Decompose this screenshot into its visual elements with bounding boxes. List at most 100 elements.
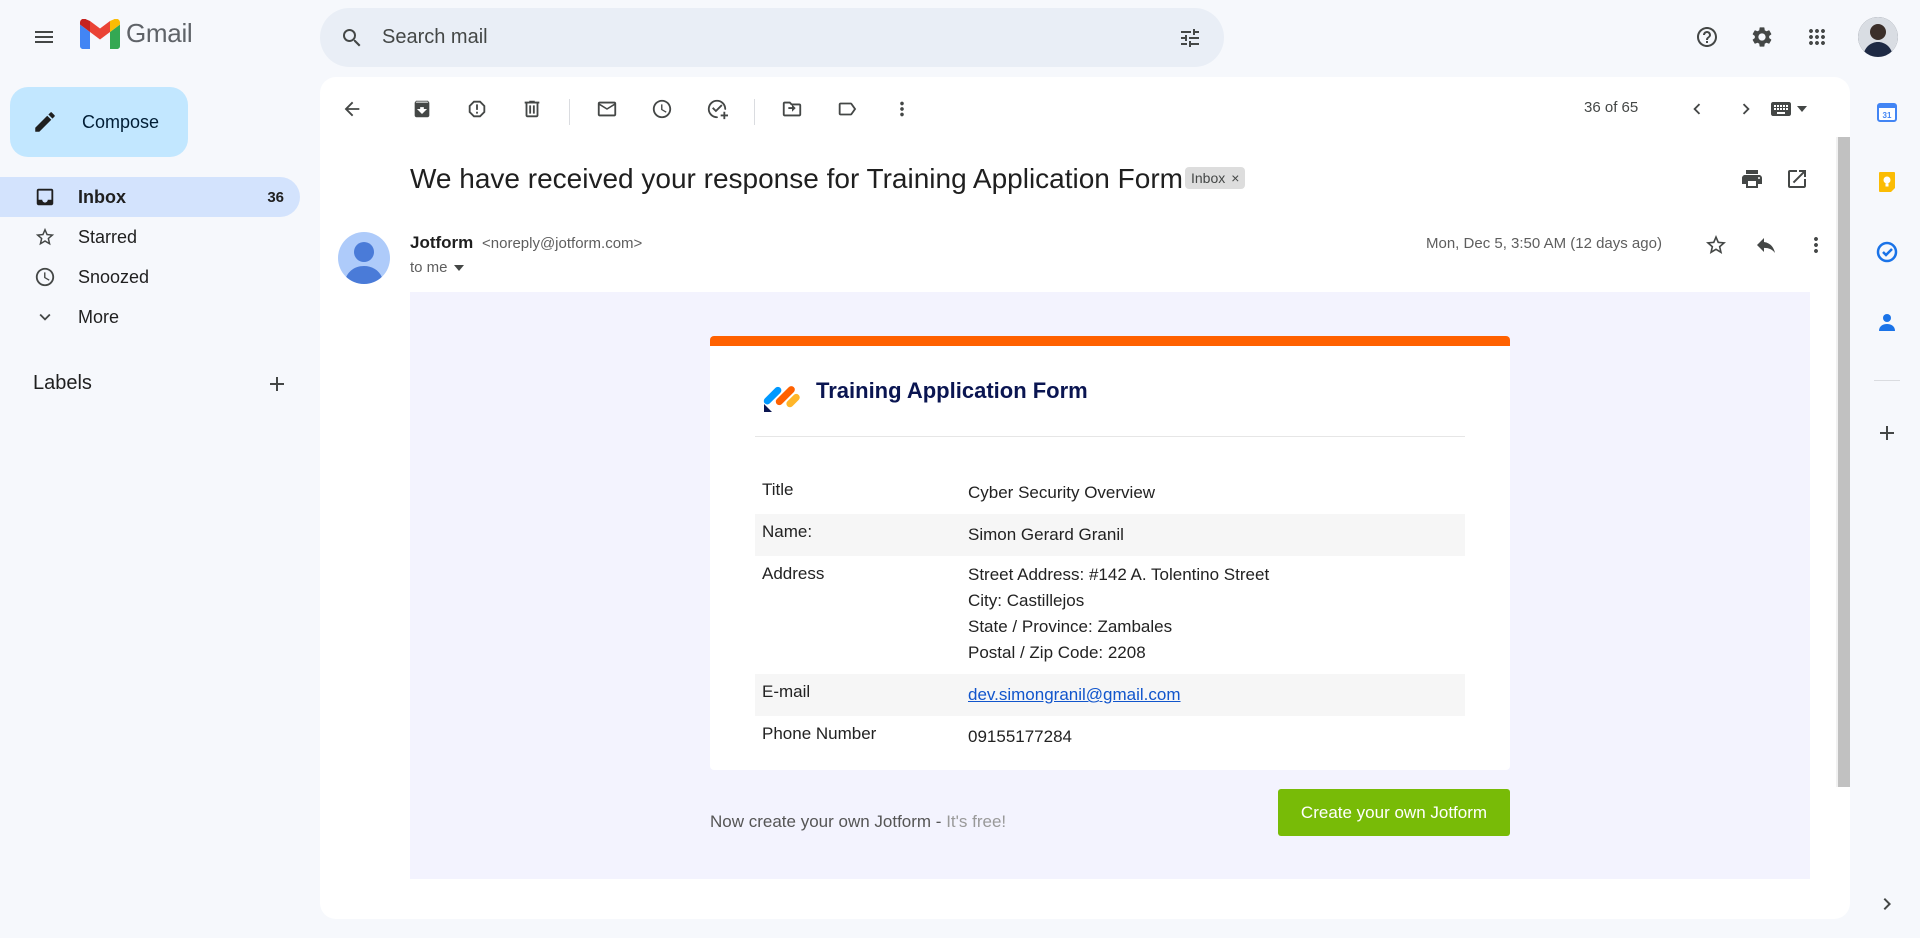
sidebar-item-starred[interactable]: Starred (0, 217, 300, 257)
more-actions-button[interactable] (882, 89, 922, 129)
field-value: Simon Gerard Granil (968, 525, 1124, 544)
main-menu-button[interactable] (24, 17, 64, 57)
gear-icon (1752, 27, 1772, 47)
search-options-button[interactable] (1170, 18, 1210, 58)
search-input[interactable] (382, 26, 1170, 49)
get-addons-button[interactable] (1867, 413, 1907, 453)
open-new-window-icon (1788, 170, 1806, 188)
archive-icon (414, 100, 430, 118)
help-icon (1697, 27, 1717, 47)
field-value: Street Address: #142 A. Tolentino Street… (968, 556, 1465, 674)
label-icon (838, 102, 857, 116)
back-button[interactable] (332, 89, 372, 129)
star-icon (35, 227, 55, 246)
remove-label-button[interactable]: × (1231, 170, 1239, 186)
plus-icon (1880, 426, 1894, 440)
report-spam-button[interactable] (457, 89, 497, 129)
promo-text: Now create your own Jotform - It's free! (710, 812, 1006, 832)
create-jotform-button[interactable]: Create your own Jotform (1278, 789, 1510, 836)
tasks-app-button[interactable] (1867, 232, 1907, 272)
pencil-icon (35, 112, 55, 132)
compose-label: Compose (82, 111, 160, 132)
delete-button[interactable] (512, 89, 552, 129)
address-street: Street Address: #142 A. Tolentino Street (968, 565, 1270, 584)
snooze-button[interactable] (642, 89, 682, 129)
plus-icon (270, 377, 284, 391)
email-subject: We have received your response for Train… (410, 163, 1183, 194)
sender-name[interactable]: Jotform (410, 233, 473, 253)
field-label: E-mail (762, 682, 811, 701)
email-body: Training Application Form Title Cyber Se… (410, 292, 1810, 879)
open-new-window-button[interactable] (1777, 159, 1817, 199)
message-date: Mon, Dec 5, 3:50 AM (12 days ago) (1426, 235, 1662, 252)
sidebar-item-label: Snoozed (78, 266, 150, 287)
field-label: Address (762, 564, 825, 583)
input-tools-button[interactable] (1760, 89, 1816, 129)
field-label: Title (762, 480, 794, 499)
archive-button[interactable] (402, 89, 442, 129)
email-link[interactable]: dev.simongranil@gmail.com (968, 685, 1181, 704)
scrollbar-thumb[interactable] (1838, 137, 1850, 787)
show-side-panel-button[interactable] (1867, 884, 1907, 924)
add-task-icon (707, 99, 728, 120)
print-icon (1742, 170, 1762, 188)
add-to-tasks-button[interactable] (697, 89, 737, 129)
apps-icon (1809, 29, 1825, 45)
keyboard-icon (1771, 102, 1791, 116)
sidebar-item-label: Inbox (78, 186, 126, 207)
print-all-button[interactable] (1732, 159, 1772, 199)
pagination-text: 36 of 65 (1584, 99, 1639, 116)
scrollbar-track[interactable] (1836, 137, 1850, 787)
sidebar-item-snoozed[interactable]: Snoozed (0, 257, 300, 297)
sidebar-item-label: Starred (78, 226, 138, 247)
chevron-right-expand-icon (1883, 898, 1891, 910)
chevron-left-icon (1693, 103, 1701, 115)
search-button[interactable] (332, 18, 372, 58)
search-icon (343, 28, 361, 46)
sidebar-item-more[interactable]: More (0, 297, 300, 337)
keep-icon (1879, 172, 1895, 192)
labels-button[interactable] (827, 89, 867, 129)
recipient-details-toggle[interactable]: to me (410, 259, 464, 276)
form-row-name: Name: Simon Gerard Granil (755, 514, 1465, 556)
settings-button[interactable] (1742, 17, 1782, 57)
move-to-button[interactable] (772, 89, 812, 129)
logo-text: Gmail (126, 18, 193, 48)
gmail-logo[interactable]: Gmail (80, 18, 193, 49)
account-avatar[interactable] (1858, 17, 1898, 57)
help-button[interactable] (1687, 17, 1727, 57)
search-bar[interactable] (320, 8, 1224, 67)
promo-main: Now create your own Jotform - (710, 812, 947, 831)
report-spam-icon (468, 100, 486, 118)
chevron-down-icon (39, 313, 51, 321)
compose-button[interactable]: Compose (10, 87, 188, 157)
contacts-app-button[interactable] (1867, 302, 1907, 342)
google-apps-button[interactable] (1797, 17, 1837, 57)
star-button[interactable] (1696, 225, 1736, 265)
reply-button[interactable] (1746, 225, 1786, 265)
form-title: Training Application Form (816, 378, 1088, 403)
mark-unread-icon (597, 101, 617, 117)
clock-icon (35, 267, 55, 287)
unread-count: 36 (267, 188, 284, 206)
mark-unread-button[interactable] (587, 89, 627, 129)
message-more-button[interactable] (1796, 225, 1836, 265)
person-icon (344, 242, 384, 284)
sidebar-item-inbox[interactable]: Inbox 36 (0, 177, 300, 217)
avatar-photo (1858, 17, 1898, 57)
chip-label: Inbox (1191, 170, 1226, 186)
calendar-app-button[interactable]: 31 (1867, 92, 1907, 132)
calendar-day: 31 (1883, 111, 1892, 120)
sender-avatar[interactable] (338, 232, 390, 284)
keep-app-button[interactable] (1867, 162, 1907, 202)
form-submission-card: Training Application Form Title Cyber Se… (710, 336, 1510, 770)
address-city: City: Castillejos (968, 591, 1085, 610)
labels-heading: Labels (33, 372, 92, 394)
side-panel-divider (1874, 380, 1900, 381)
gmail-m-icon (80, 18, 120, 49)
newer-button[interactable] (1677, 89, 1717, 129)
sender-email: <noreply@jotform.com> (482, 235, 643, 252)
create-label-button[interactable] (257, 364, 297, 404)
jotform-logo (760, 376, 800, 416)
tasks-icon (1876, 241, 1898, 263)
